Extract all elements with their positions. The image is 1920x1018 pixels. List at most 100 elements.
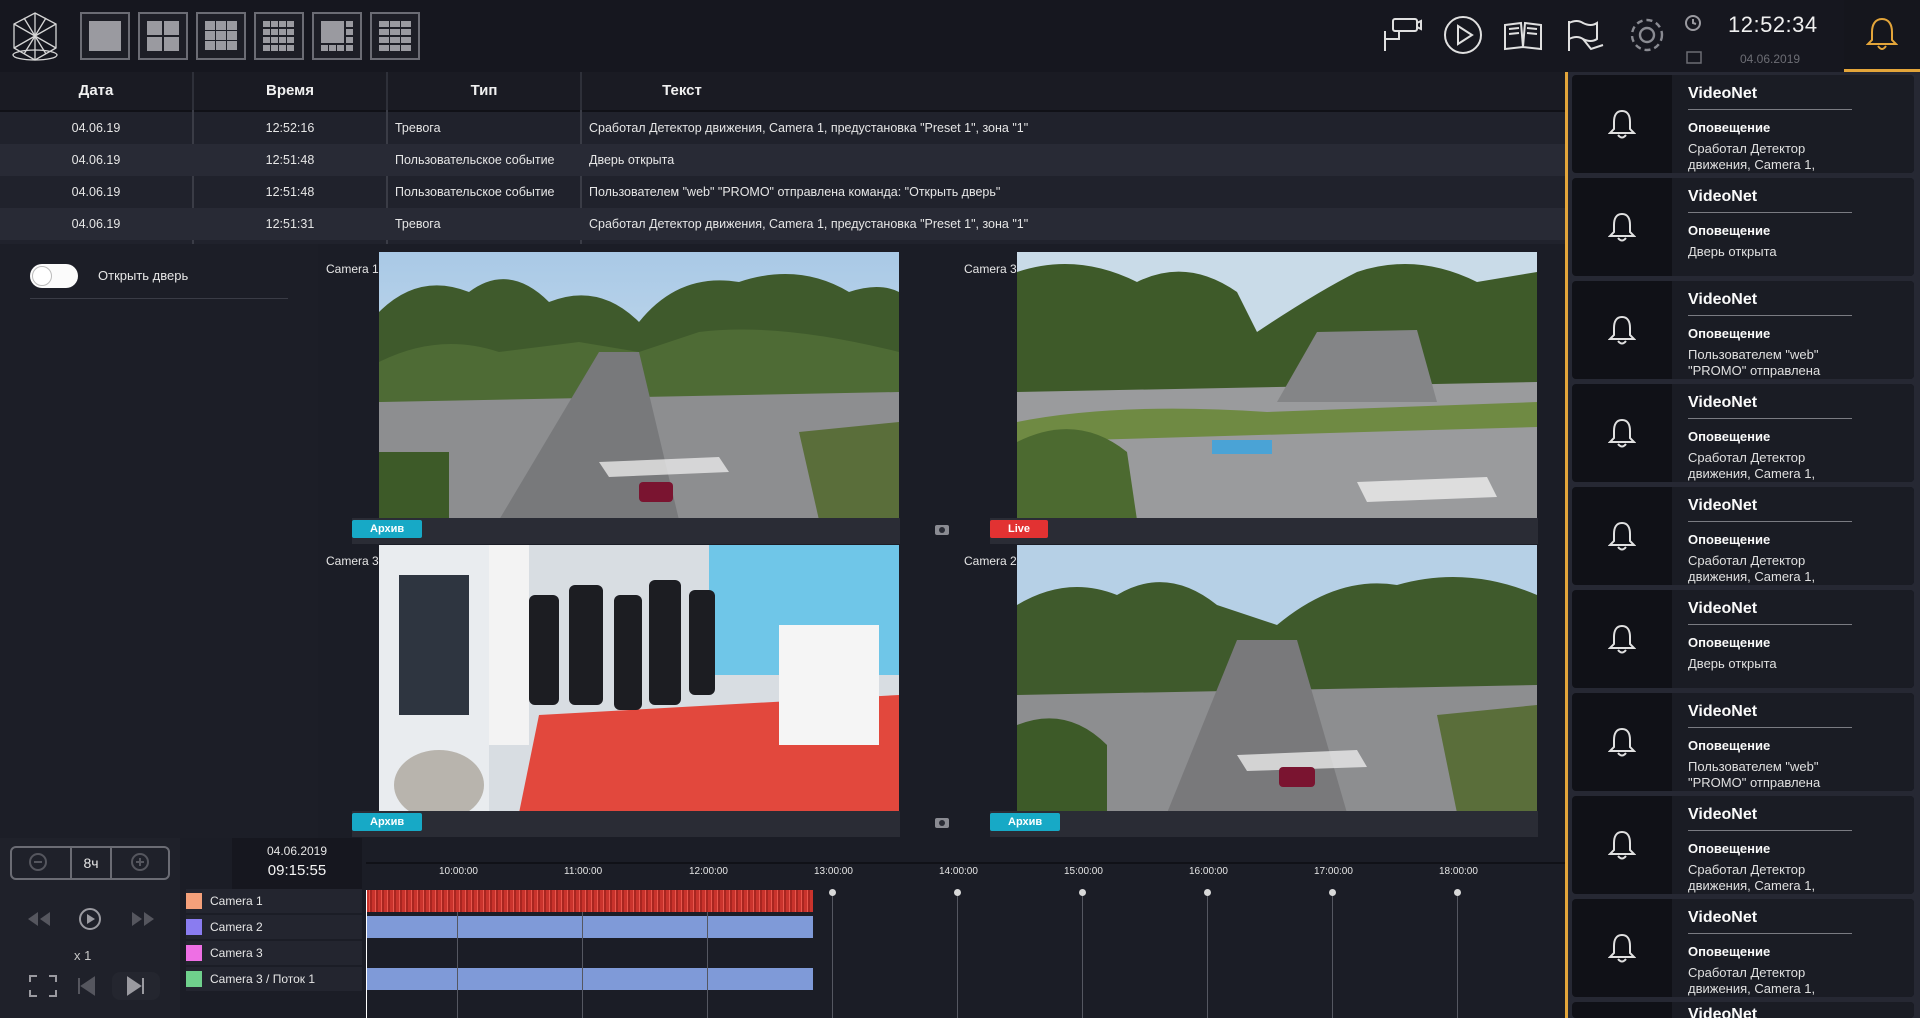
notification-subtitle: Оповещение bbox=[1688, 326, 1771, 341]
archive-badge[interactable]: Архив bbox=[352, 520, 423, 538]
notification-card[interactable]: VideoNet Оповещение Сработал Детектор дв… bbox=[1572, 75, 1914, 173]
step-back-icon[interactable] bbox=[76, 976, 96, 996]
notification-message: Сработал Детектор движения, Camera 1, bbox=[1688, 862, 1816, 893]
layout-1x1-button[interactable] bbox=[80, 12, 130, 60]
table-row[interactable]: 04.06.19 12:51:48 Пользовательское событ… bbox=[0, 176, 1565, 208]
column-header-date[interactable]: Дата bbox=[0, 72, 194, 110]
notification-card[interactable]: VideoNet bbox=[1572, 1002, 1914, 1018]
layout-3x3-button[interactable] bbox=[196, 12, 246, 60]
notification-card[interactable]: VideoNet Оповещение Пользователем "web" … bbox=[1572, 693, 1914, 791]
zoom-out-icon[interactable] bbox=[28, 852, 50, 874]
rewind-icon[interactable] bbox=[26, 910, 52, 928]
bell-icon bbox=[1572, 590, 1672, 688]
grid-line bbox=[1082, 892, 1083, 1018]
table-row[interactable]: 04.06.19 12:51:31 Тревога Сработал Детек… bbox=[0, 208, 1565, 240]
notification-title: VideoNet bbox=[1688, 600, 1758, 617]
cell-date: 04.06.19 bbox=[71, 153, 121, 167]
grid-line bbox=[707, 912, 708, 1018]
layout-3x4-button[interactable] bbox=[370, 12, 420, 60]
timeline-cursor[interactable] bbox=[366, 890, 367, 1018]
track-label: Camera 1 bbox=[210, 894, 263, 908]
timeline-cursor-datetime: 04.06.2019 09:15:55 bbox=[232, 838, 362, 890]
tick-label: 10:00:00 bbox=[439, 866, 478, 877]
cell-date: 04.06.19 bbox=[71, 185, 121, 199]
track-camera-3[interactable]: Camera 3 bbox=[186, 941, 362, 965]
bell-icon bbox=[1866, 17, 1898, 50]
cell-type: Тревога bbox=[395, 217, 441, 231]
tick-label: 17:00:00 bbox=[1314, 866, 1353, 877]
notification-title: VideoNet bbox=[1688, 291, 1758, 308]
hour-marker bbox=[1454, 889, 1461, 896]
recording-bar-alarm[interactable] bbox=[366, 890, 813, 912]
cell-date: 04.06.19 bbox=[71, 217, 121, 231]
track-camera-3-stream-1[interactable]: Camera 3 / Поток 1 bbox=[186, 967, 362, 991]
book-icon[interactable] bbox=[1500, 14, 1546, 56]
column-header-time[interactable]: Время bbox=[194, 72, 388, 110]
notifications-toggle-button[interactable] bbox=[1844, 0, 1920, 72]
tick-label: 11:00:00 bbox=[564, 866, 603, 877]
video-feed-camera-3[interactable] bbox=[1017, 252, 1537, 520]
notification-card[interactable]: VideoNet Оповещение Сработал Детектор дв… bbox=[1572, 899, 1914, 997]
track-camera-1[interactable]: Camera 1 bbox=[186, 889, 362, 913]
zoom-in-icon[interactable] bbox=[130, 852, 152, 874]
bell-icon bbox=[1572, 796, 1672, 894]
layout-4x4-button[interactable] bbox=[254, 12, 304, 60]
layout-2x2-button[interactable] bbox=[138, 12, 188, 60]
notification-card[interactable]: VideoNet Оповещение Сработал Детектор дв… bbox=[1572, 796, 1914, 894]
step-forward-icon bbox=[127, 976, 144, 996]
bell-icon bbox=[1572, 384, 1672, 482]
notification-title: VideoNet bbox=[1688, 806, 1758, 823]
notification-message: Дверь открыта bbox=[1688, 656, 1777, 671]
video-feed-camera-1[interactable] bbox=[379, 252, 899, 520]
fullscreen-icon[interactable] bbox=[28, 974, 58, 998]
table-row[interactable]: 04.06.19 12:52:16 Тревога Сработал Детек… bbox=[0, 112, 1565, 144]
fast-forward-icon[interactable] bbox=[130, 910, 156, 928]
clock-time: 12:52:34 bbox=[1728, 12, 1818, 37]
notification-card[interactable]: VideoNet Оповещение Дверь открыта bbox=[1572, 178, 1914, 276]
notification-card[interactable]: VideoNet Оповещение Сработал Детектор дв… bbox=[1572, 384, 1914, 482]
open-door-toggle[interactable] bbox=[30, 264, 78, 288]
hour-marker bbox=[829, 889, 836, 896]
tick-label: 15:00:00 bbox=[1064, 866, 1103, 877]
table-row[interactable]: 04.06.19 12:51:48 Пользовательское событ… bbox=[0, 144, 1565, 176]
notification-card[interactable]: VideoNet Оповещение Дверь открыта bbox=[1572, 590, 1914, 688]
recording-bar[interactable] bbox=[366, 916, 813, 938]
camera-label: Camera 3 bbox=[326, 554, 379, 568]
grid-line bbox=[1457, 892, 1458, 1018]
layout-1-plus-7-button[interactable] bbox=[312, 12, 362, 60]
play-icon[interactable] bbox=[1440, 14, 1486, 56]
track-camera-2[interactable]: Camera 2 bbox=[186, 915, 362, 939]
live-badge[interactable]: Live bbox=[990, 520, 1049, 538]
clock-panel: 12:52:34 04.06.2019 bbox=[1670, 0, 1844, 72]
column-header-text[interactable]: Текст bbox=[582, 72, 782, 110]
grid-line bbox=[1207, 892, 1208, 1018]
notification-card[interactable]: VideoNet Оповещение Сработал Детектор дв… bbox=[1572, 487, 1914, 585]
hour-marker bbox=[954, 889, 961, 896]
archive-badge[interactable]: Архив bbox=[352, 813, 423, 831]
notification-subtitle: Оповещение bbox=[1688, 532, 1771, 547]
gear-icon[interactable] bbox=[1624, 14, 1670, 56]
column-header-type[interactable]: Тип bbox=[388, 72, 582, 110]
notification-subtitle: Оповещение bbox=[1688, 944, 1771, 959]
video-feed-camera-2[interactable] bbox=[1017, 545, 1537, 813]
notification-title: VideoNet bbox=[1688, 188, 1758, 205]
notification-subtitle: Оповещение bbox=[1688, 429, 1771, 444]
bell-icon bbox=[1572, 75, 1672, 173]
snapshot-icon[interactable] bbox=[934, 815, 950, 829]
timeline-date: 04.06.2019 bbox=[266, 844, 328, 858]
tick-label: 13:00:00 bbox=[814, 866, 853, 877]
timeline-ruler[interactable] bbox=[366, 838, 1565, 864]
notification-card[interactable]: VideoNet Оповещение Пользователем "web" … bbox=[1572, 281, 1914, 379]
camera-icon[interactable] bbox=[1378, 14, 1424, 56]
step-forward-button[interactable] bbox=[112, 972, 160, 1000]
play-button-icon[interactable] bbox=[78, 907, 102, 931]
notification-message: Сработал Детектор движения, Camera 1, bbox=[1688, 553, 1816, 584]
timeline-time: 09:15:55 bbox=[267, 862, 327, 879]
recording-bar[interactable] bbox=[366, 968, 813, 990]
video-feed-camera-3-indoor[interactable] bbox=[379, 545, 899, 813]
archive-badge[interactable]: Архив bbox=[990, 813, 1061, 831]
grid-line bbox=[582, 912, 583, 1018]
cell-type: Тревога bbox=[395, 121, 441, 135]
flags-icon[interactable] bbox=[1562, 14, 1608, 56]
snapshot-icon[interactable] bbox=[934, 522, 950, 536]
